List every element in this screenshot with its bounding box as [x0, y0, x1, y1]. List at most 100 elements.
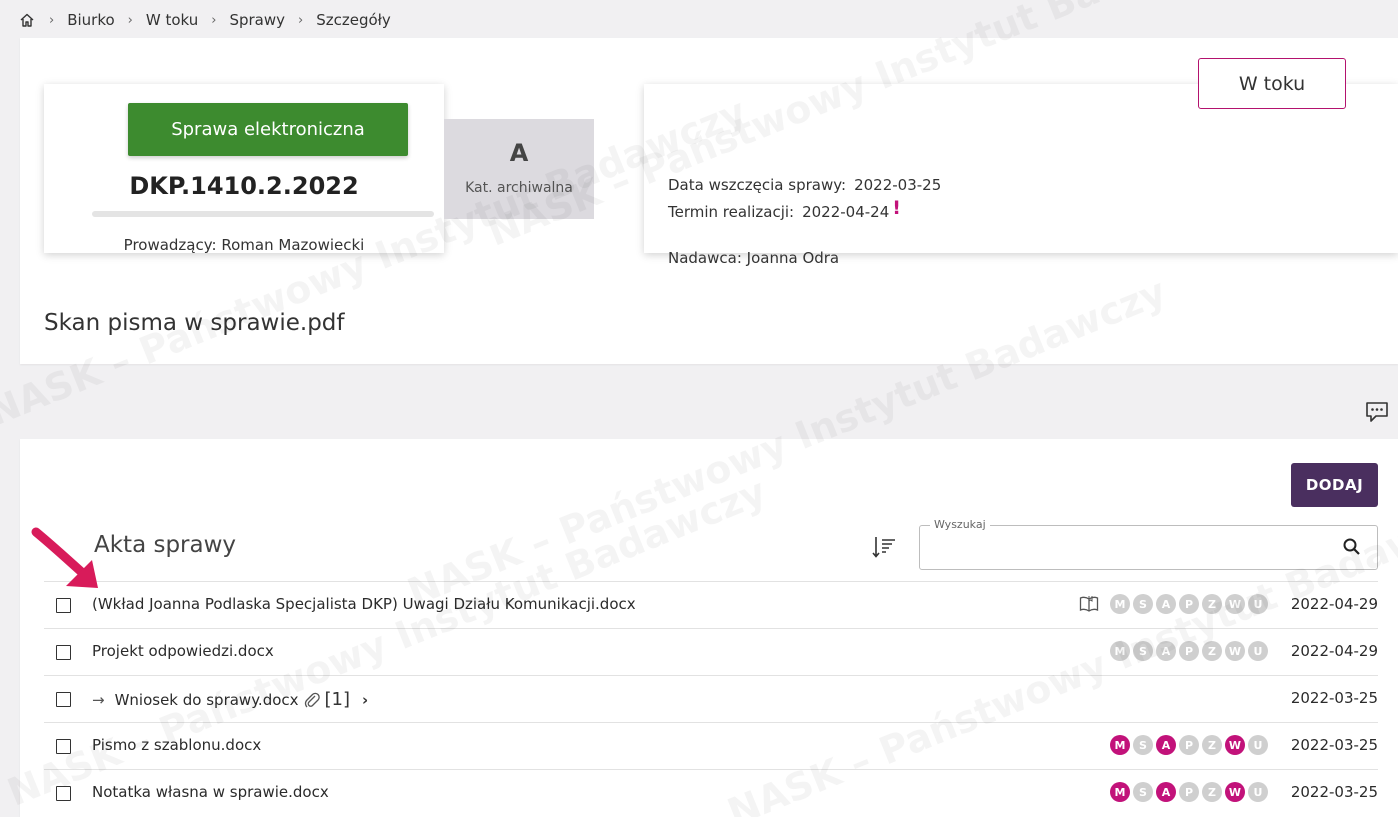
badge-p: P	[1179, 735, 1199, 755]
search-field[interactable]: Wyszukaj	[919, 518, 1378, 570]
breadcrumb-separator: ›	[298, 12, 304, 28]
document-name[interactable]: (Wkład Joanna Podlaska Specjalista DKP) …	[92, 595, 636, 613]
list-item[interactable]: Notatka własna w sprawie.docx M S A P Z …	[44, 769, 1378, 816]
breadcrumb-item-desk[interactable]: Biurko	[67, 11, 114, 29]
badge-z: Z	[1202, 594, 1222, 614]
row-checkbox[interactable]	[56, 786, 71, 801]
document-date: 2022-03-25	[1290, 783, 1378, 801]
breadcrumb-item-cases[interactable]: Sprawy	[229, 11, 285, 29]
breadcrumb-separator: ›	[211, 12, 217, 28]
document-name[interactable]: Projekt odpowiedzi.docx	[92, 642, 274, 660]
document-name-group[interactable]: → Wniosek do sprawy.docx [1] ›	[92, 689, 368, 710]
breadcrumb-item-in-progress[interactable]: W toku	[146, 11, 198, 29]
archival-category: A Kat. archiwalna	[444, 119, 594, 219]
files-list: (Wkład Joanna Podlaska Specjalista DKP) …	[44, 581, 1378, 816]
chevron-right-icon[interactable]: ›	[362, 691, 368, 709]
badge-w: W	[1225, 782, 1245, 802]
case-details-panel: Sprawa elektroniczna DKP.1410.2.2022 Pro…	[20, 38, 1398, 364]
badge-m: M	[1110, 594, 1130, 614]
badge-s: S	[1133, 641, 1153, 661]
badge-s: S	[1133, 594, 1153, 614]
archival-category-label: Kat. archiwalna	[465, 180, 573, 196]
deadline-row: Termin realizacji: 2022-04-24!	[668, 197, 901, 222]
status-badges: M S A P Z W U	[1107, 782, 1268, 802]
badge-a: A	[1156, 641, 1176, 661]
row-checkbox[interactable]	[56, 739, 71, 754]
status-badges: M S A P Z W U	[1107, 641, 1268, 661]
badge-z: Z	[1202, 641, 1222, 661]
badge-s: S	[1133, 782, 1153, 802]
list-item[interactable]: → Wniosek do sprawy.docx [1] › 2022-03-2…	[44, 675, 1378, 722]
breadcrumb-item-details: Szczegóły	[316, 11, 391, 29]
document-date: 2022-04-29	[1290, 642, 1378, 660]
badge-p: P	[1179, 782, 1199, 802]
case-card: Sprawa elektroniczna DKP.1410.2.2022 Pro…	[44, 84, 444, 254]
paperclip-icon	[303, 691, 321, 709]
badge-s: S	[1133, 735, 1153, 755]
case-files-panel: DODAJ Akta sprawy Wyszukaj (Wkład Joanna…	[20, 439, 1398, 817]
sender-row: Nadawca: Joanna Odra	[668, 249, 839, 267]
add-button[interactable]: DODAJ	[1291, 463, 1378, 507]
case-sign: DKP.1410.2.2022	[129, 172, 359, 200]
section-title: Akta sprawy	[94, 532, 237, 558]
attachment-count: [1]	[324, 689, 351, 710]
badge-p: P	[1179, 641, 1199, 661]
badge-m: M	[1110, 641, 1130, 661]
status-button[interactable]: W toku	[1198, 58, 1346, 109]
badge-a: A	[1156, 594, 1176, 614]
deadline-value: 2022-04-24	[802, 203, 890, 221]
sender-label: Nadawca:	[668, 249, 742, 267]
document-date: 2022-03-25	[1290, 689, 1378, 707]
scanned-file-title[interactable]: Skan pisma w sprawie.pdf	[44, 310, 345, 336]
owner-label: Prowadzący:	[123, 236, 217, 254]
document-date: 2022-04-29	[1290, 595, 1378, 613]
search-label: Wyszukaj	[930, 518, 990, 531]
badge-z: Z	[1202, 782, 1222, 802]
badge-a: A	[1156, 735, 1176, 755]
sort-icon[interactable]	[870, 533, 898, 561]
breadcrumb: › Biurko › W toku › Sprawy › Szczegóły	[18, 0, 391, 40]
case-progress-bar	[92, 211, 434, 217]
document-date: 2022-03-25	[1290, 736, 1378, 754]
case-owner: Prowadzący: Roman Mazowiecki	[44, 236, 444, 254]
start-date-row: Data wszczęcia sprawy: 2022-03-25	[668, 176, 941, 194]
start-date-label: Data wszczęcia sprawy:	[668, 176, 847, 194]
book-icon	[1079, 595, 1099, 613]
home-icon[interactable]	[18, 11, 36, 29]
badge-u: U	[1248, 594, 1268, 614]
document-name[interactable]: Wniosek do sprawy.docx	[115, 691, 299, 709]
archival-category-letter: A	[509, 139, 529, 167]
row-checkbox[interactable]	[56, 598, 71, 613]
badge-w: W	[1225, 735, 1245, 755]
deadline-label: Termin realizacji:	[668, 203, 795, 221]
list-item[interactable]: Projekt odpowiedzi.docx M S A P Z W U 20…	[44, 628, 1378, 675]
search-icon[interactable]	[1342, 537, 1362, 557]
badge-z: Z	[1202, 735, 1222, 755]
badge-a: A	[1156, 782, 1176, 802]
status-badges: M S A P Z W U	[1079, 594, 1268, 614]
start-date-value: 2022-03-25	[854, 176, 942, 194]
search-input[interactable]	[930, 534, 1334, 562]
chat-icon[interactable]	[1364, 399, 1390, 425]
case-info-card: W toku Data wszczęcia sprawy: 2022-03-25 …	[644, 58, 1398, 267]
badge-u: U	[1248, 735, 1268, 755]
status-badges: M S A P Z W U	[1107, 735, 1268, 755]
badge-m: M	[1110, 735, 1130, 755]
breadcrumb-separator: ›	[49, 12, 55, 28]
owner-name: Roman Mazowiecki	[221, 236, 365, 254]
list-item[interactable]: Pismo z szablonu.docx M S A P Z W U 2022…	[44, 722, 1378, 769]
row-checkbox[interactable]	[56, 692, 71, 707]
badge-w: W	[1225, 594, 1245, 614]
case-type-button[interactable]: Sprawa elektroniczna	[128, 103, 408, 156]
document-name[interactable]: Pismo z szablonu.docx	[92, 736, 261, 754]
annotation-arrow-icon	[31, 527, 98, 588]
row-checkbox[interactable]	[56, 645, 71, 660]
sender-name: Joanna Odra	[746, 249, 840, 267]
breadcrumb-separator: ›	[127, 12, 133, 28]
badge-u: U	[1248, 641, 1268, 661]
badge-p: P	[1179, 594, 1199, 614]
list-item[interactable]: (Wkład Joanna Podlaska Specjalista DKP) …	[44, 581, 1378, 628]
document-name[interactable]: Notatka własna w sprawie.docx	[92, 783, 329, 801]
deadline-warning-icon: !	[892, 197, 901, 219]
sub-document-arrow-icon: →	[92, 690, 105, 709]
